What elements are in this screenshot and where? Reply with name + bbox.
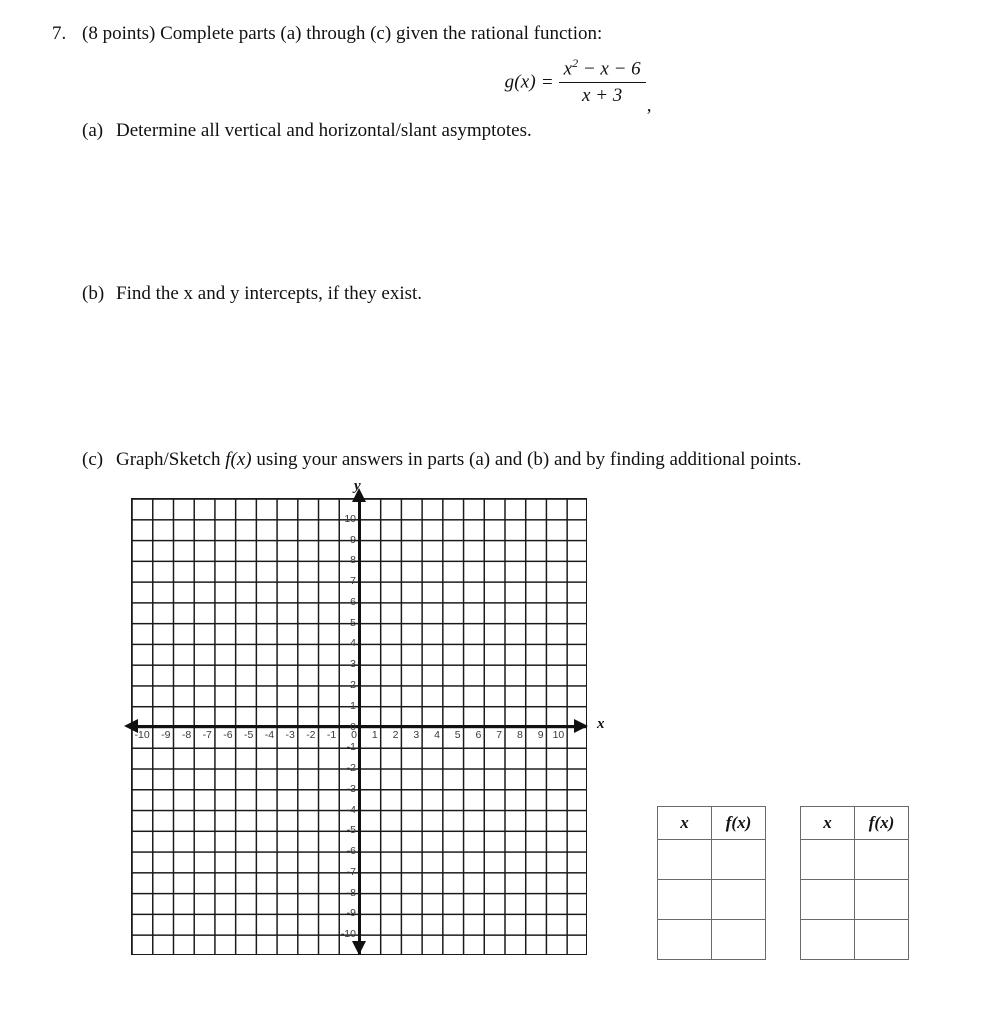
part-b-tag: (b)	[82, 283, 105, 304]
y-tick-3: 3	[350, 658, 356, 671]
cell-x[interactable]	[800, 879, 855, 920]
y-tick-neg3: -3	[346, 782, 356, 795]
header-x: x	[800, 806, 855, 840]
cell-fx[interactable]	[711, 919, 766, 960]
rational-function-formula: g(x) = x2 − x − 6 x + 3 ,	[0, 56, 999, 116]
value-table-2-body: x f(x)	[800, 806, 909, 960]
y-tick-neg4: -4	[346, 803, 356, 816]
x-tick-neg9: -9	[161, 728, 171, 741]
y-tick-1: 1	[350, 699, 356, 712]
value-table-1[interactable]: x f(x)	[657, 806, 766, 960]
y-axis-label: y	[354, 478, 361, 494]
table-row[interactable]	[657, 879, 766, 920]
part-c: (c) Graph/Sketch f(x) using your answers …	[82, 447, 801, 473]
part-c-text-after: using your answers in parts (a) and (b) …	[251, 449, 802, 470]
part-a-tag: (a)	[82, 120, 104, 141]
header-x: x	[657, 806, 712, 840]
cell-fx[interactable]	[711, 879, 766, 920]
x-tick-neg6: -6	[223, 728, 233, 741]
cell-fx[interactable]	[854, 839, 909, 880]
formula-fraction: x2 − x − 6 x + 3	[558, 56, 646, 107]
x-tick-neg8: -8	[181, 728, 192, 741]
formula-trailing-comma: ,	[646, 95, 652, 117]
x-tick-0: 0	[351, 728, 357, 741]
part-c-function: f(x)	[225, 449, 252, 470]
y-tick-neg9: -9	[346, 907, 356, 920]
formula-denominator: x + 3	[582, 85, 623, 107]
x-tick-3: 3	[413, 728, 420, 741]
y-axis-down-arrow-icon	[352, 941, 366, 955]
x-tick-9: 9	[537, 728, 544, 741]
x-tick-neg3: -3	[285, 728, 295, 741]
cell-fx[interactable]	[854, 879, 909, 920]
y-tick-2: 2	[350, 678, 356, 691]
table-row[interactable]	[800, 919, 909, 960]
table-row[interactable]	[800, 839, 909, 880]
value-table-2[interactable]: x f(x)	[800, 806, 909, 960]
x-tick-neg1: -1	[326, 728, 337, 741]
question-stem: (8 points) Complete parts (a) through (c…	[82, 23, 603, 44]
part-b-text: Find the x and y intercepts, if they exi…	[116, 283, 423, 304]
cell-x[interactable]	[800, 839, 855, 880]
part-c-tag: (c)	[82, 449, 104, 470]
x-tick-1: 1	[371, 728, 378, 741]
y-tick-4: 4	[350, 637, 356, 650]
cell-x[interactable]	[657, 839, 712, 880]
x-tick-6: 6	[475, 728, 482, 741]
table-header-row: x f(x)	[657, 806, 766, 840]
formula-equals: =	[541, 71, 553, 93]
y-tick-7: 7	[350, 575, 356, 588]
part-a: (a) Determine all vertical and horizontal…	[82, 118, 532, 144]
y-tick-neg6: -6	[346, 845, 356, 858]
part-c-text-before: Graph/Sketch	[116, 449, 226, 470]
x-tick-5: 5	[454, 728, 461, 741]
y-tick-10: 10	[344, 512, 356, 525]
y-tick-neg7: -7	[346, 865, 356, 878]
formula-numerator: x2 − x − 6	[559, 56, 646, 82]
y-tick-neg2: -2	[346, 762, 356, 775]
table-row[interactable]	[657, 839, 766, 880]
coordinate-grid[interactable]: y x 10 9 8 7 6 5 4 3 2 1 0 -1 -2 -3 -4 -5 -6 -7 -8 -9 -10 -1…	[110, 478, 620, 978]
numerator-base: x	[563, 58, 573, 80]
value-table-1-body: x f(x)	[657, 806, 766, 960]
x-tick-neg4: -4	[264, 728, 275, 741]
y-tick-5: 5	[350, 616, 356, 629]
x-tick-neg2: -2	[306, 728, 316, 741]
x-axis-label: x	[597, 716, 605, 732]
y-tick-neg1: -1	[346, 741, 356, 754]
x-tick-7: 7	[496, 728, 503, 741]
table-row[interactable]	[657, 919, 766, 960]
y-tick-6: 6	[350, 595, 356, 608]
x-tick-4: 4	[434, 728, 440, 741]
cell-fx[interactable]	[854, 919, 909, 960]
part-b: (b) Find the x and y intercepts, if they …	[82, 281, 422, 307]
x-tick-neg5: -5	[244, 728, 254, 741]
cell-x[interactable]	[800, 919, 855, 960]
cell-fx[interactable]	[711, 839, 766, 880]
x-tick-2: 2	[392, 728, 399, 741]
y-tick-9: 9	[350, 533, 356, 546]
numerator-rest: − x − 6	[578, 58, 641, 80]
y-tick-neg10: -10	[340, 928, 356, 941]
cell-x[interactable]	[657, 919, 712, 960]
cell-x[interactable]	[657, 879, 712, 920]
x-tick-neg7: -7	[202, 728, 212, 741]
header-fx: f(x)	[854, 806, 909, 840]
x-tick-neg10: -10	[134, 728, 150, 741]
x-axis-line	[131, 725, 587, 728]
header-fx: f(x)	[711, 806, 766, 840]
table-row[interactable]	[800, 879, 909, 920]
formula-lhs: g(x)	[504, 71, 536, 93]
x-tick-8: 8	[516, 728, 523, 741]
part-a-text: Determine all vertical and horizontal/sl…	[116, 120, 532, 141]
y-tick-neg8: -8	[346, 886, 356, 899]
table-header-row: x f(x)	[800, 806, 909, 840]
question-number: 7.	[52, 23, 67, 44]
x-axis-right-arrow-icon	[574, 719, 588, 733]
x-tick-10: 10	[552, 728, 565, 741]
y-tick-8: 8	[350, 554, 356, 567]
y-tick-neg5: -5	[346, 824, 356, 837]
